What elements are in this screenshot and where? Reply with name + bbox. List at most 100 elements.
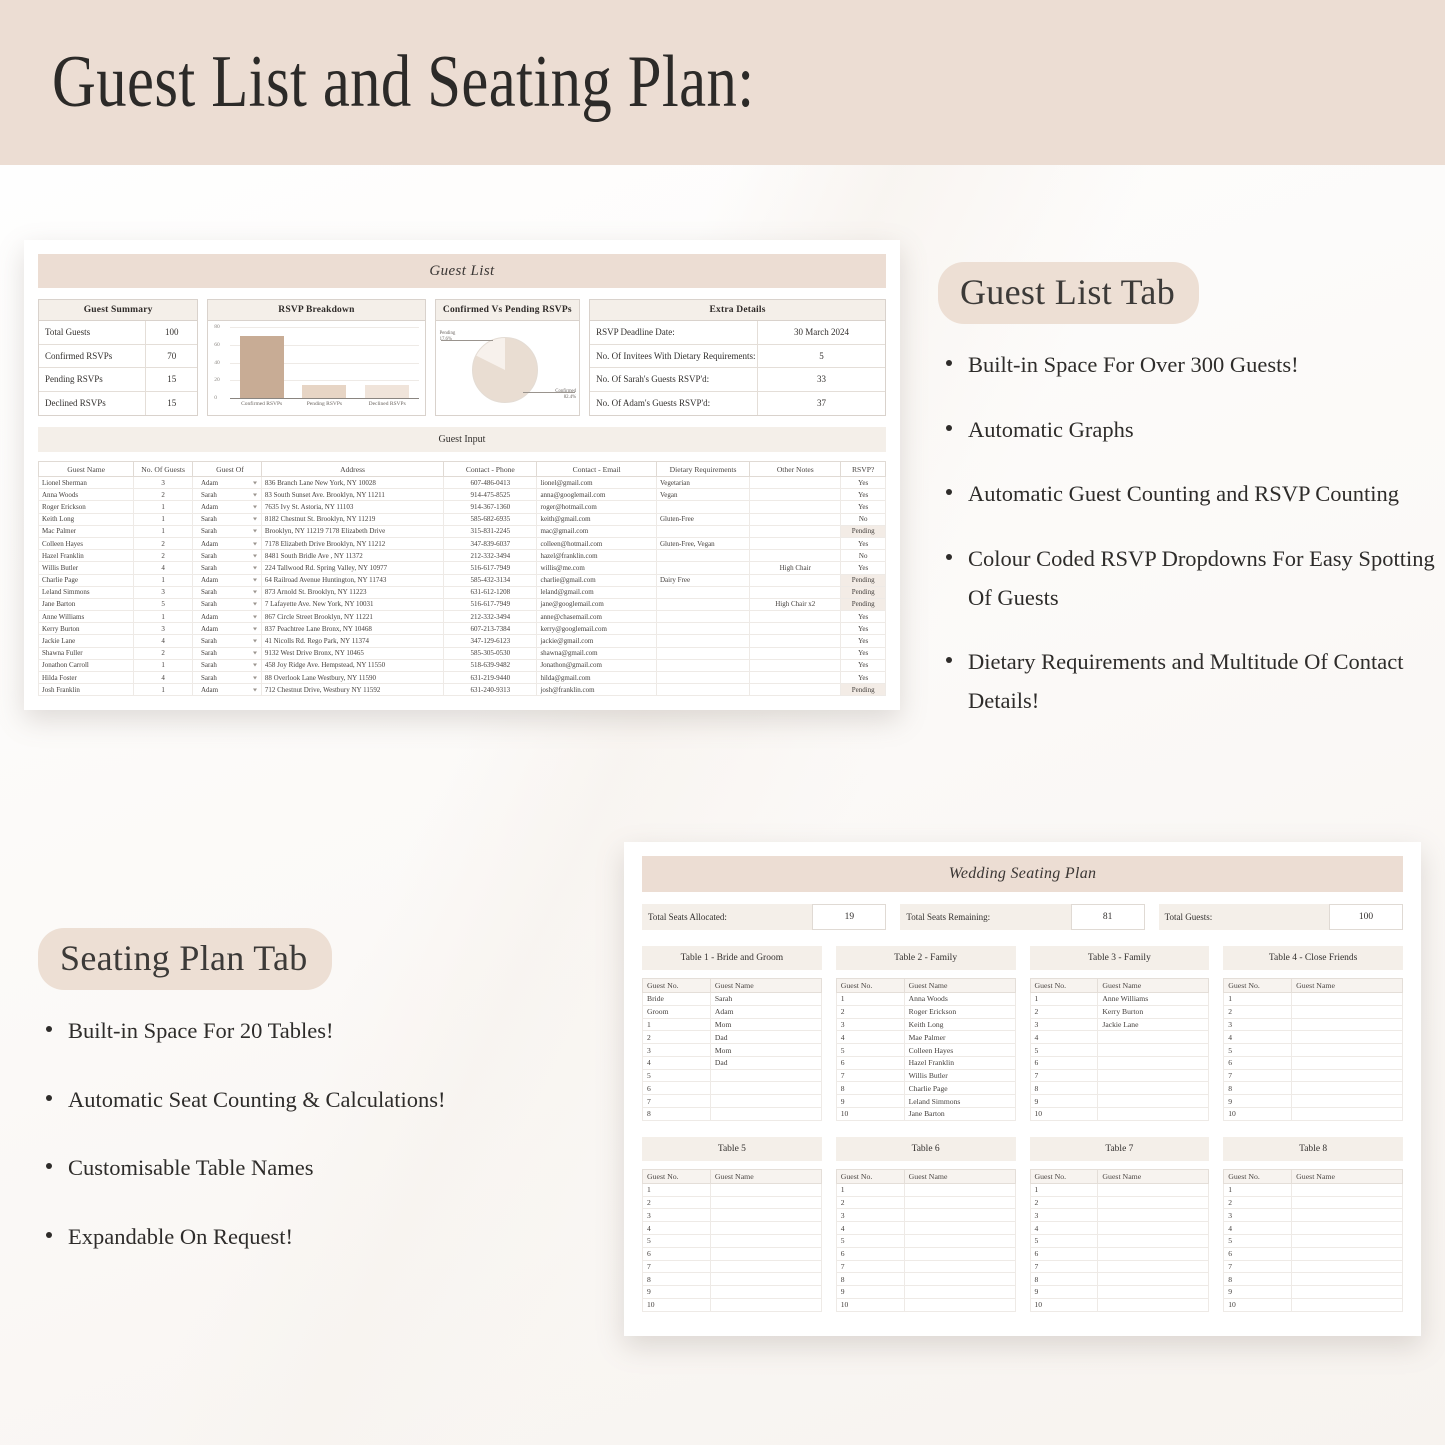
cell-guest-name[interactable] (903, 1272, 1016, 1287)
cell-guest-of[interactable]: Sarah (191, 549, 262, 563)
cell-guest-name[interactable] (1097, 1030, 1210, 1045)
seating-table-name[interactable]: Table 7 (1029, 1136, 1210, 1161)
cell-guest-name[interactable] (903, 1221, 1016, 1235)
cell-guest-name[interactable] (903, 1195, 1016, 1210)
cell-rsvp[interactable]: Yes (840, 646, 886, 660)
cell-guest-name[interactable] (1291, 1208, 1403, 1223)
chevron-down-icon[interactable] (252, 493, 257, 497)
cell-guest-name[interactable]: Jane Barton (903, 1107, 1016, 1121)
cell-guest-name[interactable]: Mom (709, 1043, 822, 1057)
chevron-down-icon[interactable] (252, 481, 257, 485)
cell-guest-name[interactable] (1291, 1285, 1403, 1299)
cell-guest-of[interactable]: Sarah (191, 658, 262, 673)
cell-guest-name[interactable] (1097, 1055, 1210, 1070)
chevron-down-icon[interactable] (252, 688, 257, 692)
cell-guest-name[interactable] (1291, 1246, 1403, 1261)
cell-rsvp[interactable]: Pending (840, 597, 886, 612)
cell-guest-name[interactable]: Roger Erickson (903, 1004, 1016, 1019)
cell-guest-name[interactable] (709, 1272, 822, 1287)
cell-guest-name[interactable]: Kerry Burton (1097, 1004, 1210, 1019)
cell-guest-name[interactable] (709, 1081, 822, 1096)
cell-guest-name[interactable]: Keith Long (903, 1017, 1016, 1032)
cell-rsvp[interactable]: Yes (840, 536, 886, 551)
cell-guest-name[interactable]: Leland Simmons (903, 1094, 1016, 1109)
chevron-down-icon[interactable] (252, 615, 257, 619)
cell-guest-of[interactable]: Adam (191, 683, 262, 697)
cell-guest-of[interactable]: Adam (191, 573, 262, 587)
cell-guest-of[interactable]: Sarah (191, 670, 262, 685)
cell-rsvp[interactable]: Pending (840, 524, 886, 538)
cell-rsvp[interactable]: Yes (840, 488, 886, 502)
cell-guest-name[interactable] (709, 1208, 822, 1223)
col-guest-name[interactable]: Guest Name (37, 461, 135, 477)
seating-table-name[interactable]: Table 6 (835, 1136, 1016, 1161)
cell-guest-name[interactable] (709, 1285, 822, 1299)
cell-guest-of[interactable]: Sarah (191, 561, 262, 575)
cell-guest-name[interactable] (1291, 1094, 1403, 1109)
cell-guest-of[interactable]: Adam (191, 475, 262, 490)
cell-guest-name[interactable] (903, 1182, 1016, 1197)
cell-guest-of[interactable]: Adam (191, 500, 262, 514)
cell-guest-name[interactable] (1097, 1182, 1210, 1197)
extra-detail-value[interactable]: 33 (757, 368, 885, 391)
chevron-down-icon[interactable] (252, 554, 257, 558)
cell-guest-name[interactable] (1097, 1208, 1210, 1223)
col-guest-of[interactable]: Guest Of (191, 461, 262, 477)
stat-value[interactable]: 100 (1328, 904, 1403, 930)
seating-table-name[interactable]: Table 1 - Bride and Groom (642, 946, 822, 970)
extra-detail-value[interactable]: 37 (757, 391, 885, 415)
cell-guest-name[interactable] (1291, 1004, 1403, 1019)
cell-guest-name[interactable] (1097, 1195, 1210, 1210)
extra-detail-value[interactable]: 5 (757, 344, 885, 367)
cell-guest-name[interactable]: Jackie Lane (1097, 1017, 1210, 1032)
chevron-down-icon[interactable] (252, 505, 257, 509)
cell-guest-of[interactable]: Sarah (191, 634, 262, 648)
cell-guest-name[interactable] (1291, 1081, 1403, 1096)
cell-guest-name[interactable]: Dad (709, 1055, 822, 1070)
cell-guest-name[interactable] (709, 1195, 822, 1210)
cell-guest-name[interactable] (1291, 1068, 1403, 1083)
stat-value[interactable]: 19 (812, 904, 887, 930)
cell-guest-name[interactable] (1291, 1195, 1403, 1210)
cell-guest-name[interactable] (903, 1208, 1016, 1223)
cell-guest-name[interactable] (1291, 992, 1403, 1006)
cell-guest-name[interactable]: Hazel Franklin (903, 1055, 1016, 1070)
chevron-down-icon[interactable] (252, 590, 257, 594)
chevron-down-icon[interactable] (252, 529, 257, 533)
cell-guest-name[interactable]: Colleen Hayes (903, 1043, 1016, 1057)
cell-guest-name[interactable] (1097, 1272, 1210, 1287)
cell-guest-name[interactable] (1291, 1055, 1403, 1070)
cell-guest-of[interactable]: Sarah (191, 488, 262, 502)
cell-rsvp[interactable]: Yes (840, 622, 886, 636)
cell-rsvp[interactable]: No (840, 549, 886, 563)
cell-rsvp[interactable]: No (840, 512, 886, 526)
cell-guest-name[interactable] (903, 1297, 1016, 1312)
cell-guest-name[interactable] (709, 1094, 822, 1109)
cell-guest-name[interactable]: Mae Palmer (903, 1030, 1016, 1045)
cell-guest-name[interactable] (1291, 1297, 1403, 1312)
cell-guest-name[interactable]: Adam (709, 1004, 822, 1019)
cell-guest-name[interactable] (1097, 1081, 1210, 1096)
cell-guest-name[interactable] (1291, 1107, 1403, 1121)
chevron-down-icon[interactable] (252, 542, 257, 546)
cell-guest-name[interactable] (1291, 1221, 1403, 1235)
cell-guest-name[interactable] (1097, 1068, 1210, 1083)
cell-rsvp[interactable]: Yes (840, 658, 886, 673)
seating-table-name[interactable]: Table 5 (642, 1136, 822, 1161)
cell-rsvp[interactable]: Pending (840, 585, 886, 599)
cell-guest-of[interactable]: Adam (191, 610, 262, 624)
cell-rsvp[interactable]: Yes (840, 610, 886, 624)
cell-guest-of[interactable]: Adam (191, 536, 262, 551)
cell-rsvp[interactable]: Yes (840, 475, 886, 490)
cell-guest-name[interactable]: Dad (709, 1030, 822, 1045)
cell-guest-name[interactable] (1097, 1094, 1210, 1109)
cell-guest-name[interactable] (1291, 1017, 1403, 1032)
col-contact-phone[interactable]: Contact - Phone (443, 461, 538, 477)
extra-detail-value[interactable]: 30 March 2024 (757, 321, 885, 344)
chevron-down-icon[interactable] (252, 663, 257, 667)
col-contact-email[interactable]: Contact - Email (536, 461, 657, 477)
cell-guest-of[interactable]: Sarah (191, 524, 262, 538)
cell-guest-name[interactable] (1097, 1043, 1210, 1057)
chevron-down-icon[interactable] (252, 676, 257, 680)
cell-guest-name[interactable] (1097, 1259, 1210, 1274)
